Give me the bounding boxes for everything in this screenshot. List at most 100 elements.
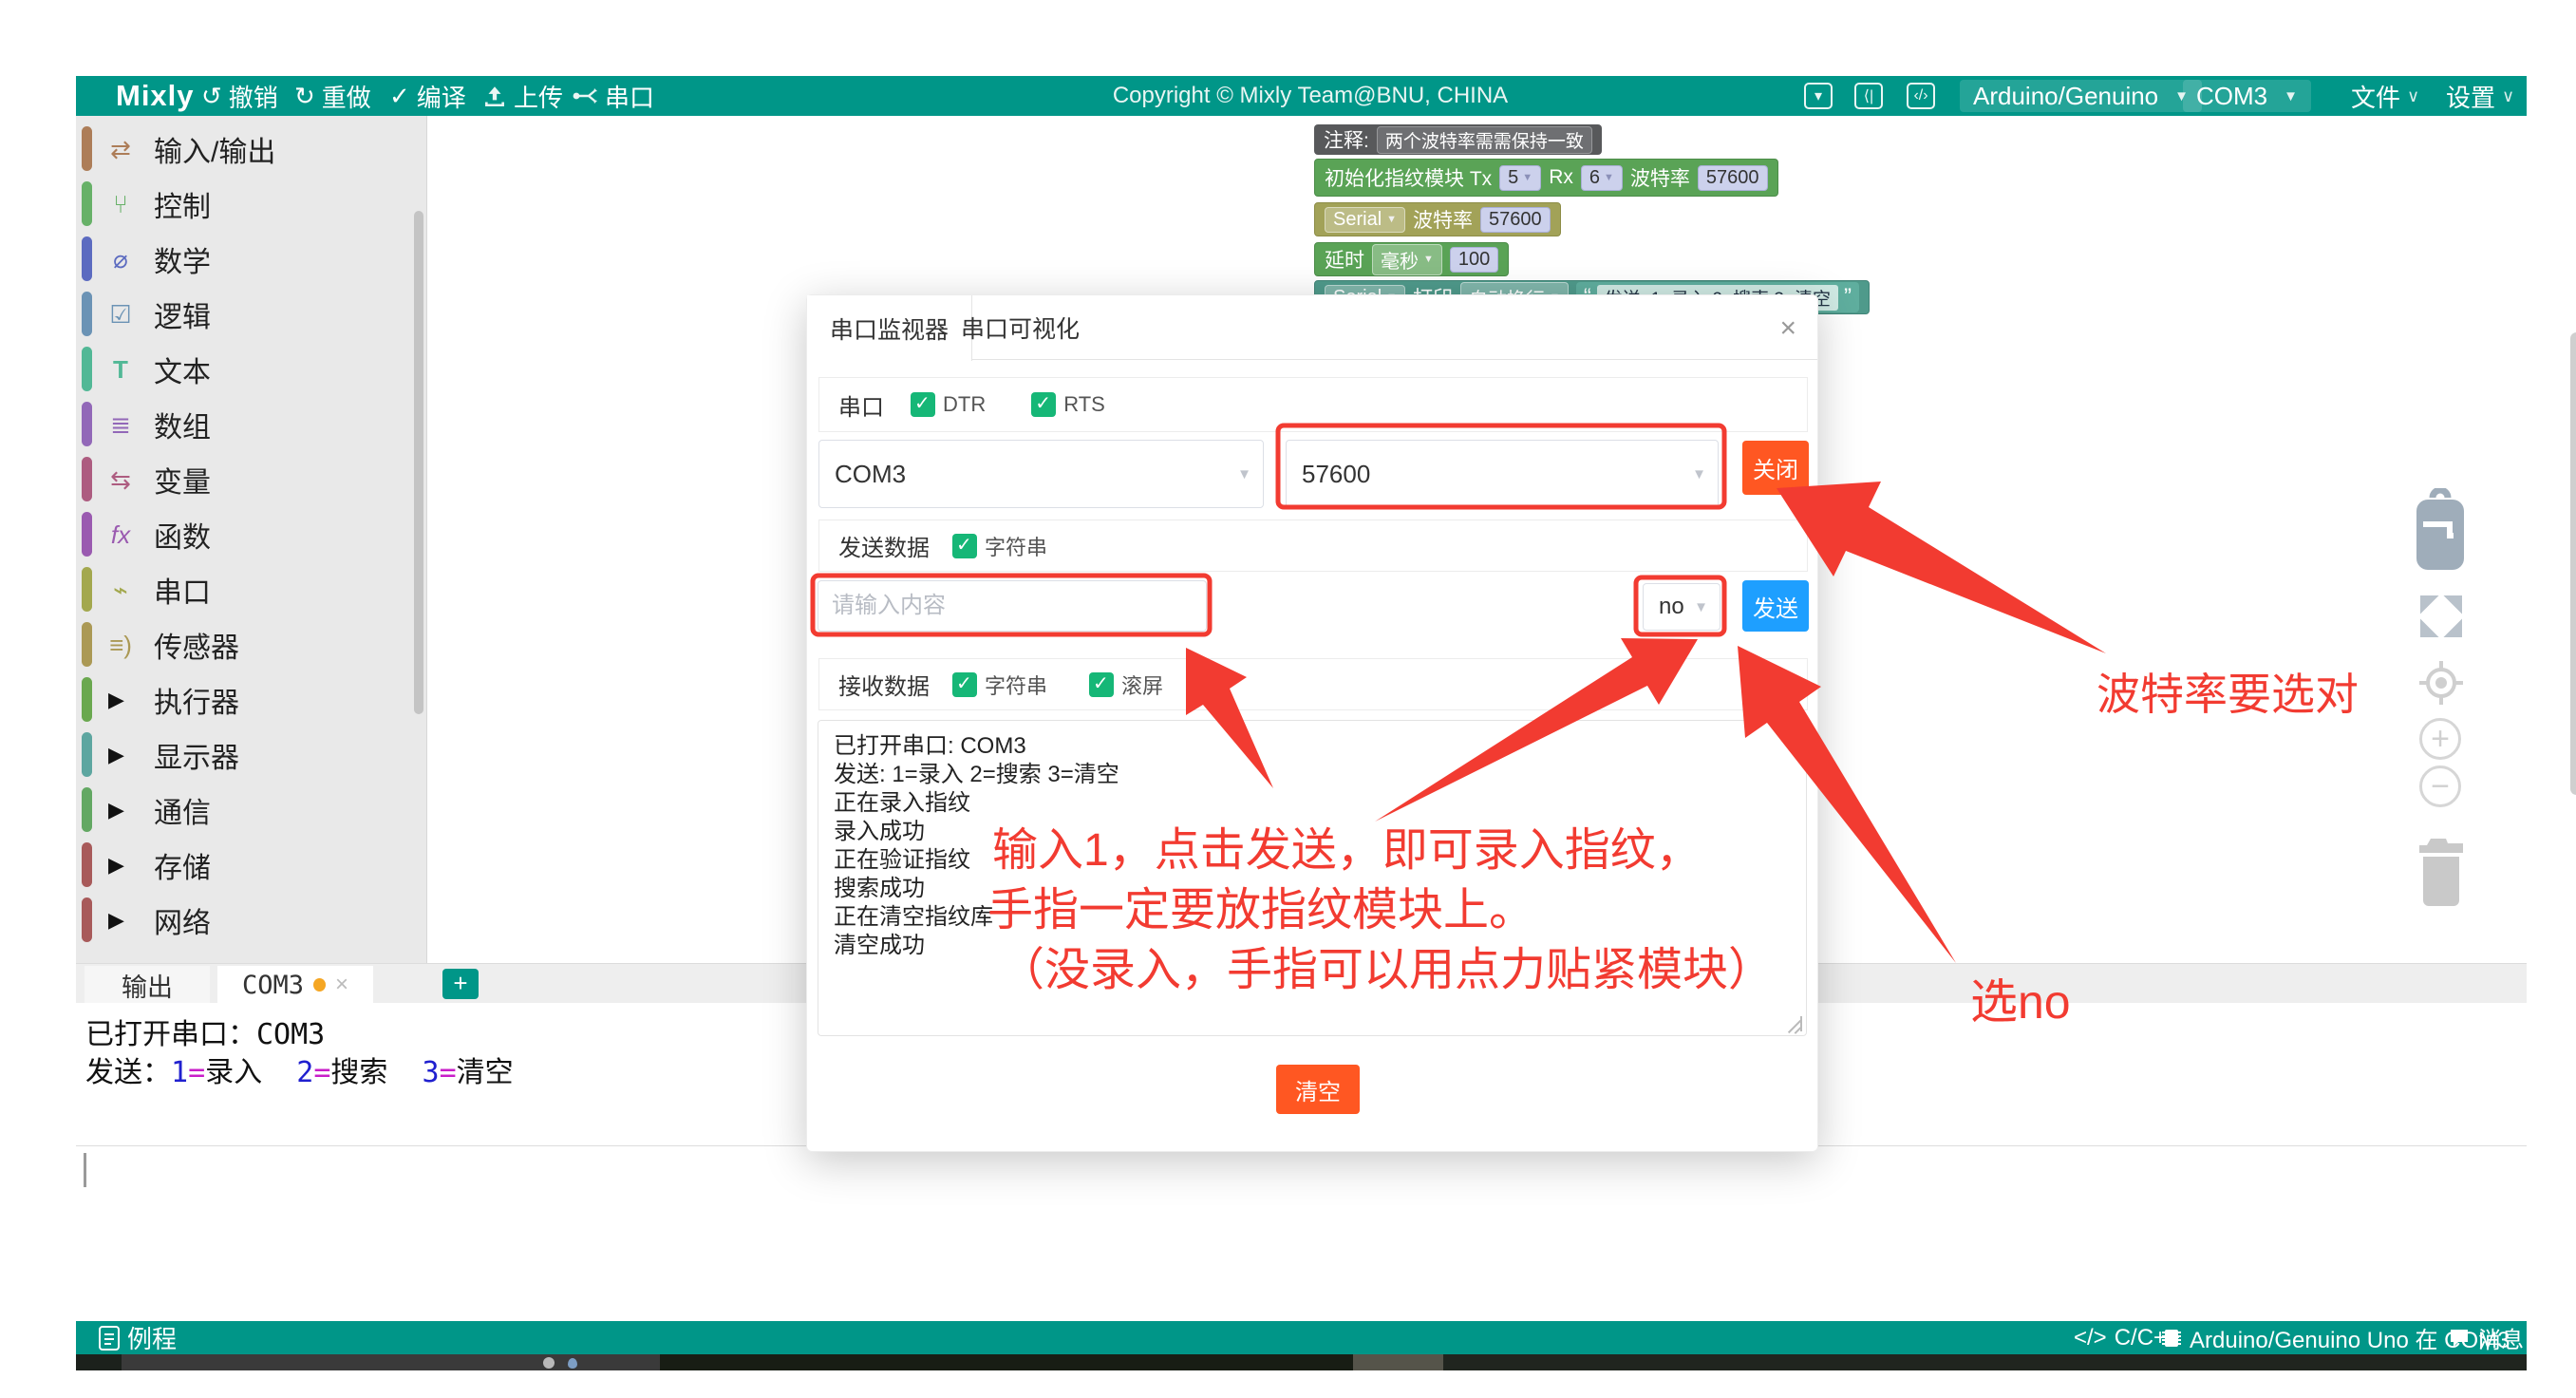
recv-line: 已打开串口: COM3 (834, 732, 1791, 761)
auto-scroll-checkbox[interactable] (1089, 672, 1114, 697)
sidebar-item-array[interactable]: ≣数组 (76, 401, 427, 448)
expand-workspace-icon[interactable] (2420, 595, 2462, 637)
sidebar-item-communication[interactable]: ▶通信 (76, 786, 427, 834)
collapse-panel-icon[interactable]: ⟨| (1854, 83, 1883, 109)
workspace-vertical-scrollbar[interactable] (2570, 332, 2576, 795)
messages-button[interactable]: 消息 (2448, 1321, 2524, 1354)
sidebar-item-display[interactable]: ▶显示器 (76, 731, 427, 779)
window-layout-icon[interactable]: ▾ (1804, 83, 1833, 109)
redo-button[interactable]: ↻重做 (294, 76, 371, 116)
received-data-area[interactable]: 已打开串口: COM3 发送: 1=录入 2=搜索 3=清空 正在录入指纹 录入… (818, 720, 1807, 1036)
sidebar-item-storage[interactable]: ▶存储 (76, 841, 427, 889)
rts-checkbox[interactable] (1031, 392, 1056, 417)
tab-serial-visualizer[interactable]: 串口可视化 (938, 295, 1102, 360)
list-icon: ≣ (104, 410, 137, 440)
sidebar-item-function[interactable]: fx函数 (76, 511, 427, 558)
sidebar-item-text[interactable]: T文本 (76, 346, 427, 393)
undo-button[interactable]: ↺撤销 (201, 76, 278, 116)
caret-down-icon: ▼ (1237, 466, 1251, 482)
expand-triangle-icon: ▶ (108, 688, 124, 712)
upload-icon (482, 84, 507, 108)
settings-menu[interactable]: 设置∨ (2446, 76, 2514, 116)
zoom-out-button[interactable]: − (2419, 765, 2461, 807)
baud-value-socket[interactable]: 57600 (1698, 165, 1768, 191)
tab-com3[interactable]: COM3 × (217, 966, 373, 1004)
line-ending-dropdown[interactable]: no▼ (1643, 583, 1720, 631)
file-menu[interactable]: 文件∨ (2351, 76, 2419, 116)
sidebar-item-sensor[interactable]: ≡)传感器 (76, 621, 427, 669)
baud-dropdown[interactable]: 57600▼ (1286, 440, 1719, 508)
serial-options-box: 串口 DTR RTS (818, 377, 1808, 432)
tx-pin-dropdown[interactable]: 5▼ (1499, 165, 1541, 191)
clear-button[interactable]: 清空 (1276, 1065, 1360, 1114)
port-dropdown[interactable]: COM3▼ (818, 440, 1264, 508)
message-bubble-icon (2448, 1327, 2471, 1350)
resize-handle[interactable] (1787, 1016, 1802, 1031)
redo-icon: ↻ (294, 84, 315, 108)
add-tab-button[interactable]: + (442, 969, 479, 999)
expand-triangle-icon: ▶ (108, 798, 124, 822)
delay-value-socket[interactable]: 100 (1450, 247, 1498, 273)
recv-string-checkbox[interactable] (952, 672, 977, 697)
recv-line: 正在清空指纹库 (834, 903, 1791, 932)
sidebar-item-serial[interactable]: ⌁串口 (76, 566, 427, 614)
block-serial-baud[interactable]: Serial▼ 波特率 57600 (1314, 202, 1561, 236)
sidebar-item-math[interactable]: ⌀数学 (76, 236, 427, 283)
expand-triangle-icon: ▶ (108, 743, 124, 767)
comment-text-field[interactable]: 两个波特率需需保持一致 (1377, 126, 1592, 154)
status-bar: 例程 </>C/C++ Arduino/Genuino Uno 在 COM3 消… (76, 1321, 2527, 1354)
dialog-close-icon[interactable]: × (1779, 312, 1796, 345)
board-select[interactable]: Arduino/Genuino▼ (1960, 80, 2202, 112)
zoom-in-button[interactable]: + (2419, 718, 2461, 760)
code-view-icon[interactable]: ‹/› (1907, 83, 1935, 109)
caret-down-icon: ▼ (1692, 466, 1706, 482)
recv-line: 搜索成功 (834, 875, 1791, 903)
center-blocks-icon[interactable] (2417, 659, 2465, 707)
close-port-button[interactable]: 关闭 (1742, 441, 1809, 495)
undo-icon: ↺ (201, 84, 222, 108)
upload-button[interactable]: 上传 (482, 76, 563, 116)
block-init-fingerprint[interactable]: 初始化指纹模块 Tx 5▼ Rx 6▼ 波特率 57600 (1314, 159, 1778, 197)
close-tab-icon[interactable]: × (335, 972, 348, 998)
sidebar-item-logic[interactable]: ☑逻辑 (76, 291, 427, 338)
block-comment[interactable]: 注释: 两个波特率需需保持一致 (1314, 124, 1602, 155)
examples-button[interactable]: 例程 (99, 1321, 177, 1354)
rx-pin-dropdown[interactable]: 6▼ (1581, 165, 1623, 191)
compass-icon: ⌀ (104, 245, 137, 274)
recv-line: 录入成功 (834, 818, 1791, 846)
logic-icon: ☑ (104, 300, 137, 330)
trash-icon[interactable] (2414, 834, 2469, 908)
baud-value-socket[interactable]: 57600 (1480, 207, 1551, 233)
chip-icon (2161, 1327, 2182, 1350)
sidebar-item-actuator[interactable]: ▶执行器 (76, 676, 427, 724)
copyright-text: Copyright © Mixly Team@BNU, CHINA (1073, 76, 1548, 116)
sidebar-item-variable[interactable]: ⇆变量 (76, 456, 427, 503)
block-delay[interactable]: 延时 毫秒▼ 100 (1314, 242, 1509, 276)
delay-unit-dropdown[interactable]: 毫秒▼ (1372, 244, 1442, 275)
send-string-checkbox[interactable] (952, 534, 977, 558)
sidebar-item-inout[interactable]: ⇄输入/输出 (76, 125, 427, 173)
sidebar-item-control[interactable]: ⑂控制 (76, 180, 427, 228)
serial-port-dropdown[interactable]: Serial▼ (1325, 207, 1405, 233)
send-options-box: 发送数据 字符串 (818, 520, 1808, 572)
console-input-caret[interactable] (84, 1153, 86, 1187)
sidebar-scrollbar[interactable] (414, 211, 423, 714)
caret-down-icon: ▼ (1694, 599, 1708, 615)
dtr-checkbox[interactable] (911, 392, 935, 417)
recv-line: 正在验证指纹 (834, 846, 1791, 875)
caret-down-icon: ▼ (2284, 88, 2298, 104)
fx-icon: fx (104, 520, 137, 550)
recv-line: 发送: 1=录入 2=搜索 3=清空 (834, 761, 1791, 789)
recv-line: 正在录入指纹 (834, 789, 1791, 818)
send-input[interactable] (818, 580, 1207, 632)
serial-icon (572, 84, 598, 108)
top-toolbar: Mixly ↺撤销 ↻重做 ✓编译 上传 串口 Copyright © Mixl… (76, 76, 2527, 116)
compile-button[interactable]: ✓编译 (389, 76, 466, 116)
backpack-icon[interactable] (2414, 488, 2467, 574)
serial-button[interactable]: 串口 (572, 76, 654, 116)
tab-output[interactable]: 输出 (85, 966, 210, 1004)
port-select[interactable]: COM3▼ (2183, 80, 2311, 112)
send-button[interactable]: 发送 (1742, 580, 1809, 632)
sidebar-item-network[interactable]: ▶网络 (76, 897, 427, 944)
receive-options-box: 接收数据 字符串 滚屏 (818, 658, 1808, 710)
